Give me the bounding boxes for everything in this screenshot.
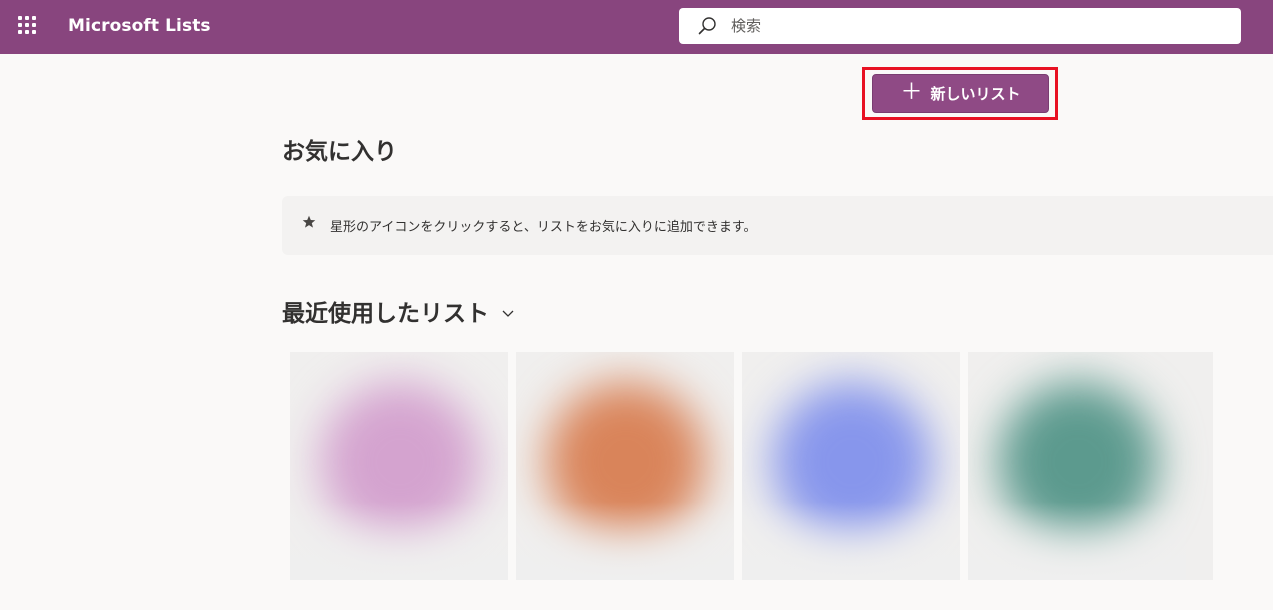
card-shade <box>516 502 734 580</box>
star-icon <box>302 215 316 228</box>
search-input[interactable] <box>731 15 1221 37</box>
recent-list-card[interactable] <box>516 352 734 580</box>
plus-icon: ＋ <box>900 79 923 105</box>
recent-list-card[interactable] <box>968 352 1213 580</box>
app-launcher-icon[interactable] <box>18 16 38 36</box>
favorites-empty-message: 星形のアイコンをクリックすると、リストをお気に入りに追加できます。 <box>330 220 757 235</box>
recent-list-card[interactable] <box>742 352 960 580</box>
chevron-down-icon[interactable] <box>501 308 515 318</box>
recent-lists-heading[interactable]: 最近使用したリスト <box>282 294 515 328</box>
search-icon <box>698 17 716 35</box>
new-list-label: 新しいリスト <box>930 85 1021 103</box>
favorites-heading: お気に入り <box>282 139 397 165</box>
recent-list-card[interactable] <box>290 352 508 580</box>
card-shade <box>742 502 960 580</box>
recent-lists-title: 最近使用したリスト <box>282 301 489 327</box>
new-list-button[interactable]: ＋ 新しいリスト <box>872 74 1049 113</box>
card-shade <box>290 502 508 580</box>
search-box[interactable] <box>679 8 1241 44</box>
top-bar: Microsoft Lists <box>0 0 1273 54</box>
favorites-empty-banner: 星形のアイコンをクリックすると、リストをお気に入りに追加できます。 <box>282 196 1273 255</box>
new-list-highlight: ＋ 新しいリスト <box>862 67 1058 120</box>
card-shade <box>968 502 1186 580</box>
app-title[interactable]: Microsoft Lists <box>68 16 211 36</box>
